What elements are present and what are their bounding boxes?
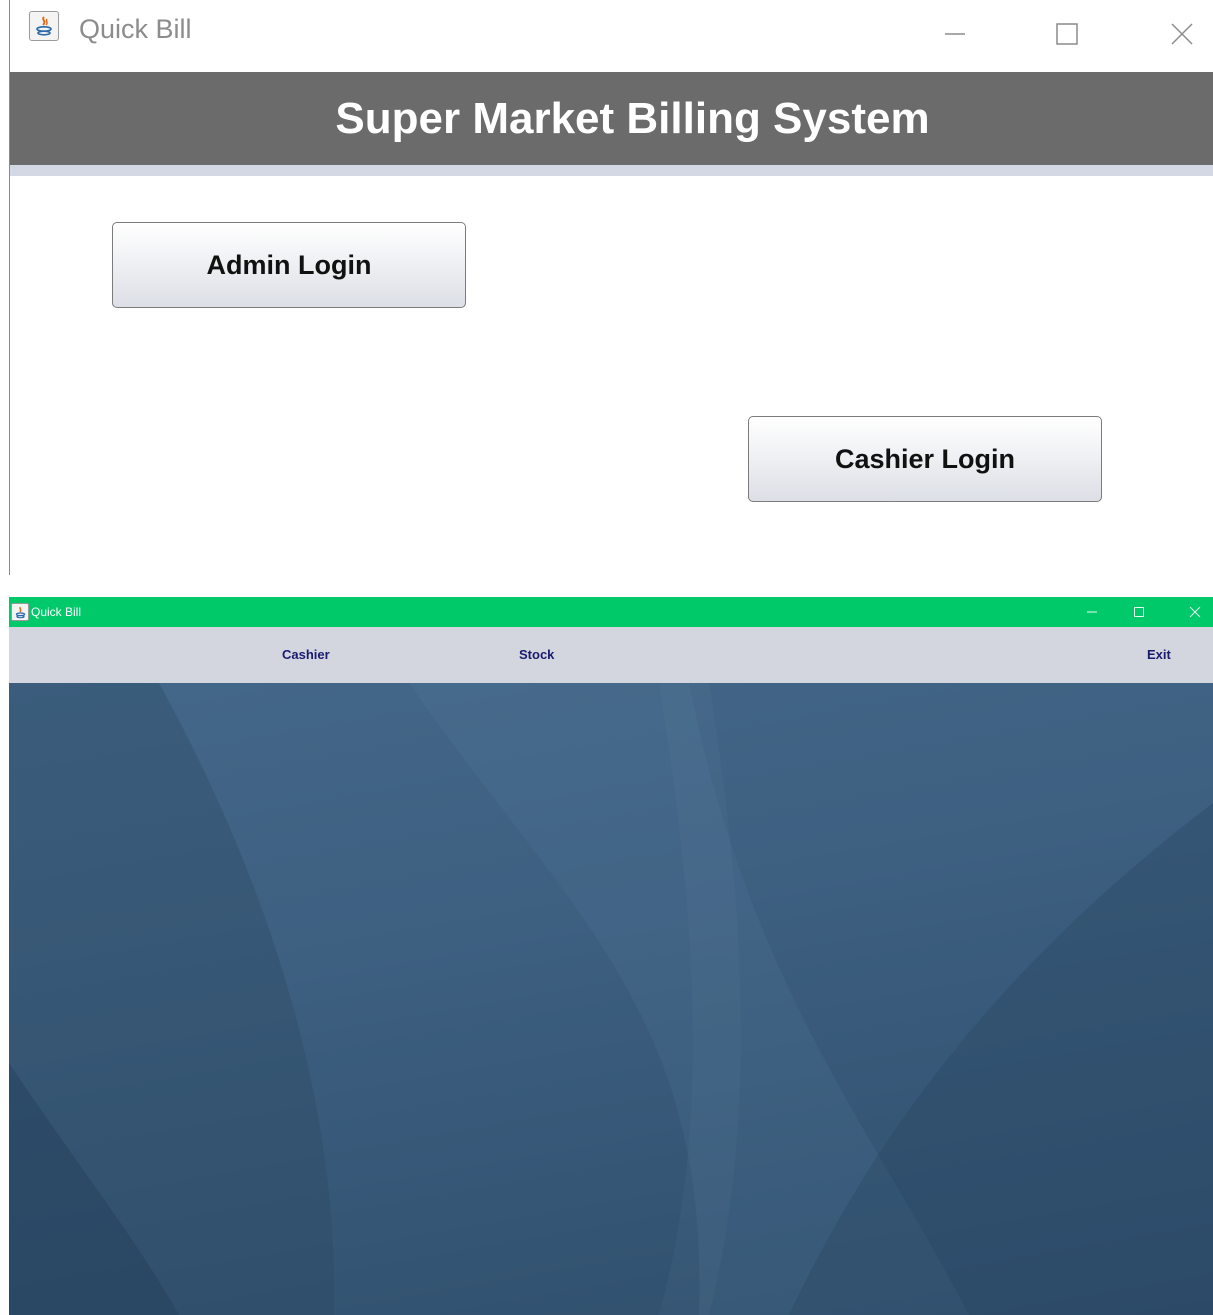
window-title: Quick Bill	[79, 14, 192, 44]
minimize-icon[interactable]	[935, 14, 975, 54]
java-app-icon	[29, 11, 59, 41]
menu-exit[interactable]: Exit	[1147, 647, 1171, 662]
cashier-login-button[interactable]: Cashier Login	[748, 416, 1102, 502]
window-title: Quick Bill	[31, 605, 82, 619]
admin-login-button[interactable]: Admin Login	[112, 222, 466, 308]
maximize-icon[interactable]	[1128, 603, 1150, 621]
wallpaper-curves	[9, 683, 1213, 1315]
main-window: Quick Bill Cashier Stock Exit	[0, 575, 1213, 1315]
menu-bar: Cashier Stock Exit	[9, 627, 1213, 683]
minimize-icon[interactable]	[1081, 603, 1103, 621]
maximize-icon[interactable]	[1047, 14, 1087, 54]
login-window: Quick Bill Super Market Billing System A…	[0, 0, 1213, 575]
java-app-icon	[11, 603, 29, 621]
menu-cashier[interactable]: Cashier	[282, 647, 330, 662]
login-window-titlebar[interactable]: Quick Bill	[10, 0, 1213, 72]
menu-stock[interactable]: Stock	[519, 647, 554, 662]
cashier-login-label: Cashier Login	[834, 443, 1016, 474]
banner-divider	[10, 165, 1213, 176]
close-icon[interactable]	[1184, 603, 1206, 621]
desktop-background	[9, 683, 1213, 1315]
app-banner: Super Market Billing System	[10, 72, 1213, 165]
banner-title: Super Market Billing System	[335, 93, 930, 143]
admin-login-label: Admin Login	[206, 249, 372, 280]
close-icon[interactable]	[1162, 14, 1202, 54]
main-window-titlebar[interactable]: Quick Bill	[9, 597, 1213, 627]
